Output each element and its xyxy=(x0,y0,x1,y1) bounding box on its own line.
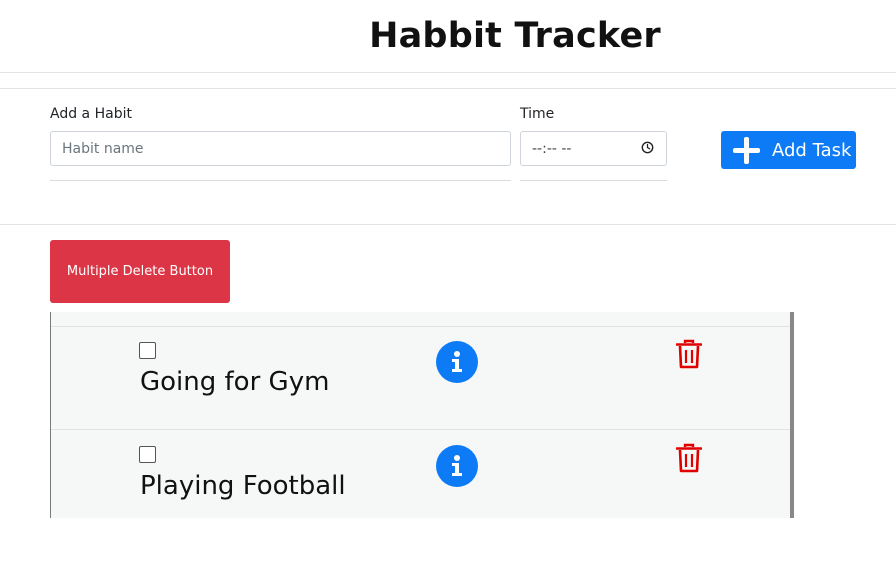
habit-name-input[interactable]: Habit name xyxy=(50,131,511,166)
time-placeholder: --:-- -- xyxy=(532,140,572,157)
habit-checkbox[interactable] xyxy=(139,342,156,359)
row-divider xyxy=(51,326,790,327)
habit-name: Playing Football xyxy=(140,471,346,501)
habit-input-underline xyxy=(50,180,511,181)
trash-icon[interactable] xyxy=(676,443,702,473)
habit-checkbox[interactable] xyxy=(139,446,156,463)
info-button[interactable] xyxy=(436,341,478,383)
clock-icon[interactable] xyxy=(641,141,654,154)
add-task-label: Add Task xyxy=(772,139,852,161)
habit-label: Add a Habit xyxy=(50,106,132,122)
time-input-underline xyxy=(520,180,667,181)
time-input[interactable]: --:-- -- xyxy=(520,131,667,166)
form-top-divider xyxy=(0,88,896,89)
form-bottom-divider xyxy=(0,224,896,225)
habit-list: Going for Gym Playing Football xyxy=(50,312,794,518)
plus-icon xyxy=(733,136,760,164)
add-task-button[interactable]: Add Task xyxy=(721,131,856,169)
info-button[interactable] xyxy=(436,445,478,487)
header-divider xyxy=(0,72,896,73)
time-label: Time xyxy=(520,106,555,122)
trash-icon[interactable] xyxy=(676,339,702,369)
multiple-delete-button[interactable]: Multiple Delete Button xyxy=(50,240,230,303)
habit-name-placeholder: Habit name xyxy=(62,140,144,157)
page-title: Habbit Tracker xyxy=(369,16,661,56)
info-icon xyxy=(452,455,462,476)
row-divider xyxy=(51,429,790,430)
habit-name: Going for Gym xyxy=(140,367,330,397)
info-icon xyxy=(452,351,462,372)
